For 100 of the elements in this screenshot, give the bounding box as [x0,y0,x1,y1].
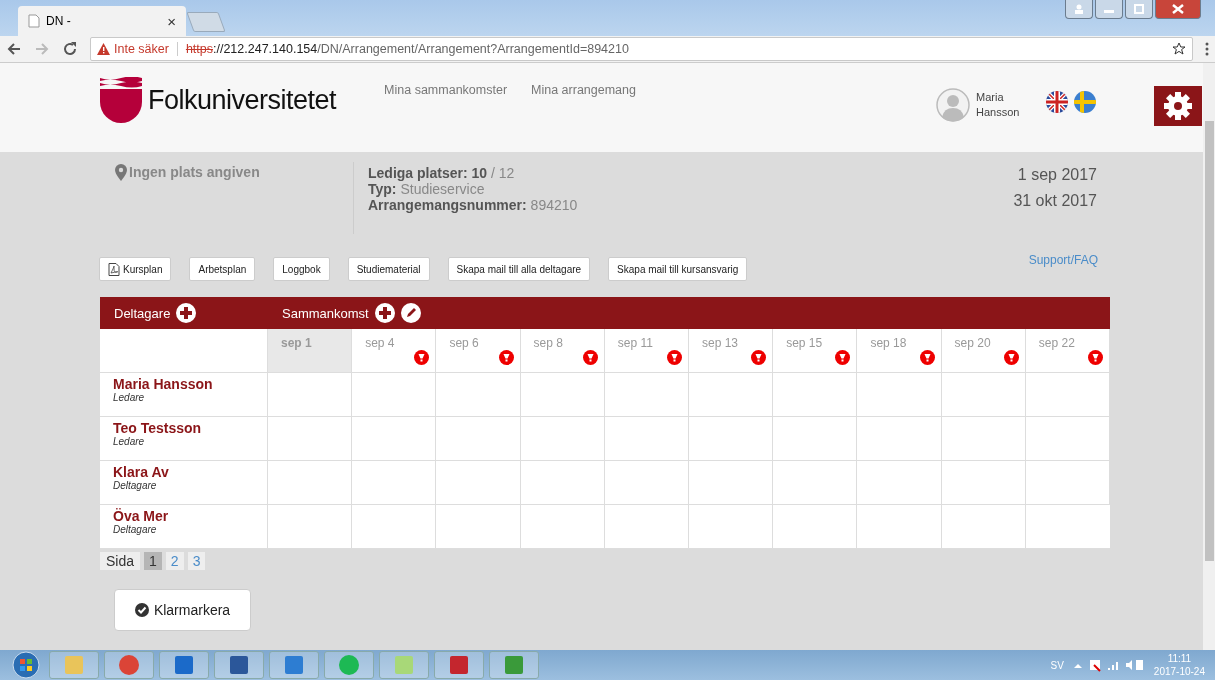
taskbar-app-button[interactable] [269,651,319,679]
sweden-flag-icon[interactable] [1074,91,1096,113]
action-button[interactable]: Skapa mail till alla deltagare [447,257,591,281]
table-cell[interactable] [857,417,942,461]
support-link[interactable]: Support/FAQ [1028,253,1098,267]
participant-name[interactable]: Maria Hansson [113,376,267,392]
reload-icon[interactable] [62,41,78,57]
table-cell[interactable] [352,373,437,417]
table-cell[interactable] [436,505,521,549]
user-name[interactable]: Maria Hansson [976,90,1020,120]
action-button[interactable]: Skapa mail till kursansvarig [608,257,748,281]
taskbar-app-button[interactable] [434,651,484,679]
table-cell[interactable] [520,461,605,505]
table-cell[interactable] [689,505,774,549]
address-bar[interactable]: Inte säker https://212.247.140.154/DN/Arrangement/Arrangement?ArrangementId=894210 [90,37,1193,61]
date-column-header[interactable]: sep 13 [689,329,774,373]
action-button[interactable]: Studiematerial [347,257,430,281]
table-cell[interactable] [604,505,689,549]
action-button[interactable]: Loggbok [273,257,330,281]
taskbar-app-button[interactable] [214,651,264,679]
table-cell[interactable] [857,373,942,417]
table-cell[interactable] [436,461,521,505]
tray-icons[interactable] [1073,658,1144,672]
menu-icon[interactable] [1205,42,1209,56]
participant-name[interactable]: Teo Testsson [113,420,267,436]
tab-close-button[interactable]: × [167,12,176,30]
info-line: Typ: Studieservice [368,181,486,197]
table-cell[interactable] [604,417,689,461]
add-meeting-icon[interactable] [374,303,395,323]
action-button[interactable]: Arbetsplan [189,257,256,281]
settings-button[interactable] [1154,86,1202,126]
date-column-header[interactable]: sep 1 [268,329,353,373]
table-cell[interactable] [689,461,774,505]
scrollbar[interactable] [1203,63,1215,650]
date-column-header[interactable]: sep 4 [352,329,437,373]
add-participant-icon[interactable] [176,303,197,323]
table-cell[interactable] [857,505,942,549]
nav-link[interactable]: Mina arrangemang [531,83,636,97]
table-cell[interactable] [604,461,689,505]
date-column-header[interactable]: sep 22 [1025,329,1110,373]
table-cell[interactable] [268,373,353,417]
table-cell[interactable] [941,505,1026,549]
info-line: Arrangemangsnummer: 894210 [368,197,579,213]
star-icon[interactable] [1172,42,1186,56]
uk-flag-icon[interactable] [1046,91,1068,113]
table-cell[interactable] [520,505,605,549]
table-cell[interactable] [520,417,605,461]
page-button[interactable]: 1 [144,552,162,570]
table-cell[interactable] [941,417,1026,461]
date-column-header[interactable]: sep 6 [436,329,521,373]
table-cell[interactable] [268,461,353,505]
clock-time[interactable]: 11:11 [1153,652,1205,665]
table-cell[interactable] [773,417,858,461]
avatar-icon[interactable] [936,88,970,122]
table-cell[interactable] [520,373,605,417]
action-button[interactable]: Kursplan [99,257,172,281]
minimize-button[interactable] [1095,0,1123,19]
table-cell[interactable] [941,461,1026,505]
square-app-icon [63,654,85,676]
table-cell[interactable] [689,417,774,461]
participant-name[interactable]: Klara Av [113,464,267,480]
table-cell[interactable] [268,505,353,549]
table-cell[interactable] [1025,417,1110,461]
table-cell[interactable] [689,373,774,417]
table-cell[interactable] [1025,373,1110,417]
table-cell[interactable] [773,373,858,417]
maximize-button[interactable] [1125,0,1153,19]
date-column-header[interactable]: sep 8 [520,329,605,373]
square-app-icon [228,654,250,676]
date-column-header[interactable]: sep 15 [773,329,858,373]
nav-link[interactable]: Mina sammankomster [384,83,508,97]
table-cell[interactable] [1025,461,1110,505]
user-button[interactable] [1065,0,1093,19]
page-button[interactable]: 3 [187,552,206,570]
close-button[interactable] [1155,0,1201,19]
date-column-header[interactable]: sep 20 [941,329,1026,373]
table-cell[interactable] [436,373,521,417]
table-cell[interactable] [857,461,942,505]
table-cell[interactable] [773,505,858,549]
taskbar-app-button[interactable] [489,651,539,679]
table-cell[interactable] [352,417,437,461]
browser-tab[interactable]: DN - × [18,6,186,36]
date-column-header[interactable]: sep 11 [604,329,689,373]
back-icon[interactable] [6,41,22,57]
table-cell[interactable] [773,461,858,505]
table-cell[interactable] [436,417,521,461]
table-cell[interactable] [941,373,1026,417]
edit-icon[interactable] [400,303,421,323]
taskbar-app-button[interactable] [104,651,154,679]
participant-name[interactable]: Öva Mer [113,508,267,524]
table-cell[interactable] [352,461,437,505]
new-tab-button[interactable] [186,12,226,32]
table-cell[interactable] [604,373,689,417]
page-button[interactable]: 2 [165,552,184,570]
forward-icon[interactable] [34,41,50,57]
taskbar-app-button[interactable] [159,651,209,679]
table-cell[interactable] [352,505,437,549]
date-column-header[interactable]: sep 18 [857,329,942,373]
table-cell[interactable] [268,417,353,461]
mark-complete-button[interactable]: Klarmarkera [114,589,251,631]
